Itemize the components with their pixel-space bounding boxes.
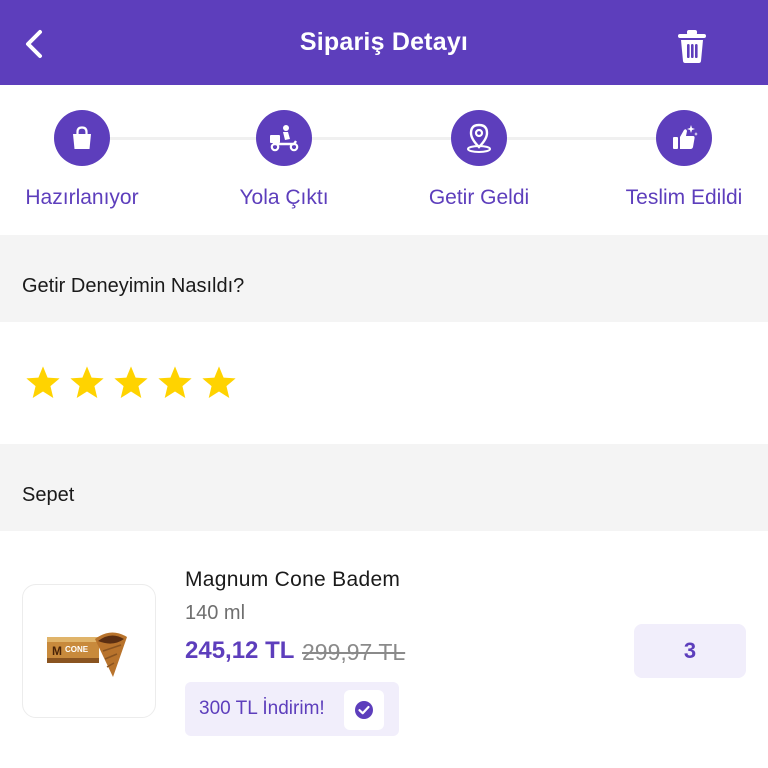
basket-title: Sepet: [22, 484, 75, 506]
chevron-left-icon[interactable]: [18, 26, 50, 62]
check-circle-icon: [344, 690, 384, 730]
svg-text:M: M: [52, 644, 62, 658]
product-image-label: CONE: [65, 645, 89, 654]
location-pin-icon: [451, 110, 507, 166]
quantity-badge[interactable]: 3: [634, 624, 746, 678]
status-step-delivered: Teslim Edildi: [589, 110, 768, 210]
star-icon[interactable]: [156, 364, 194, 402]
product-size: 140 ml: [185, 602, 246, 624]
rating-panel: [0, 322, 768, 444]
top-bar: Sipariş Detayı: [0, 0, 768, 85]
basket-item: M CONE Magnum Cone Badem 140 ml 245,12 T…: [0, 531, 768, 768]
rating-question: Getir Deneyimin Nasıldı?: [22, 275, 245, 297]
promo-badge: 300 TL İndirim!: [185, 682, 399, 736]
star-icon[interactable]: [200, 364, 238, 402]
basket-section-header: Sepet: [0, 444, 768, 531]
courier-scooter-icon: [256, 110, 312, 166]
product-name: Magnum Cone Badem: [185, 568, 401, 591]
shopping-bag-icon: [54, 110, 110, 166]
star-icon[interactable]: [68, 364, 106, 402]
star-icon[interactable]: [112, 364, 150, 402]
thumbs-up-sparkle-icon: [656, 110, 712, 166]
status-step-label: Yola Çıktı: [239, 186, 329, 209]
status-step-on-the-way: Yola Çıktı: [189, 110, 379, 210]
status-step-label: Hazırlanıyor: [25, 186, 139, 209]
order-status-tracker: Hazırlanıyor Yola Çıktı Getir Geldi Tesl…: [0, 85, 768, 235]
status-step-arrived: Getir Geldi: [384, 110, 574, 210]
page-title: Sipariş Detayı: [299, 28, 469, 56]
product-old-price: 299,97 TL: [302, 639, 406, 665]
star-icon[interactable]: [24, 364, 62, 402]
star-rating[interactable]: [24, 364, 238, 402]
status-step-label: Teslim Edildi: [625, 186, 743, 209]
status-step-preparing: Hazırlanıyor: [0, 110, 177, 210]
rating-section-header: Getir Deneyimin Nasıldı?: [0, 235, 768, 322]
promo-text: 300 TL İndirim!: [199, 698, 325, 719]
status-step-label: Getir Geldi: [428, 186, 530, 209]
trash-icon[interactable]: [675, 28, 709, 64]
product-image[interactable]: M CONE: [22, 584, 156, 718]
product-price: 245,12 TL: [185, 637, 295, 664]
